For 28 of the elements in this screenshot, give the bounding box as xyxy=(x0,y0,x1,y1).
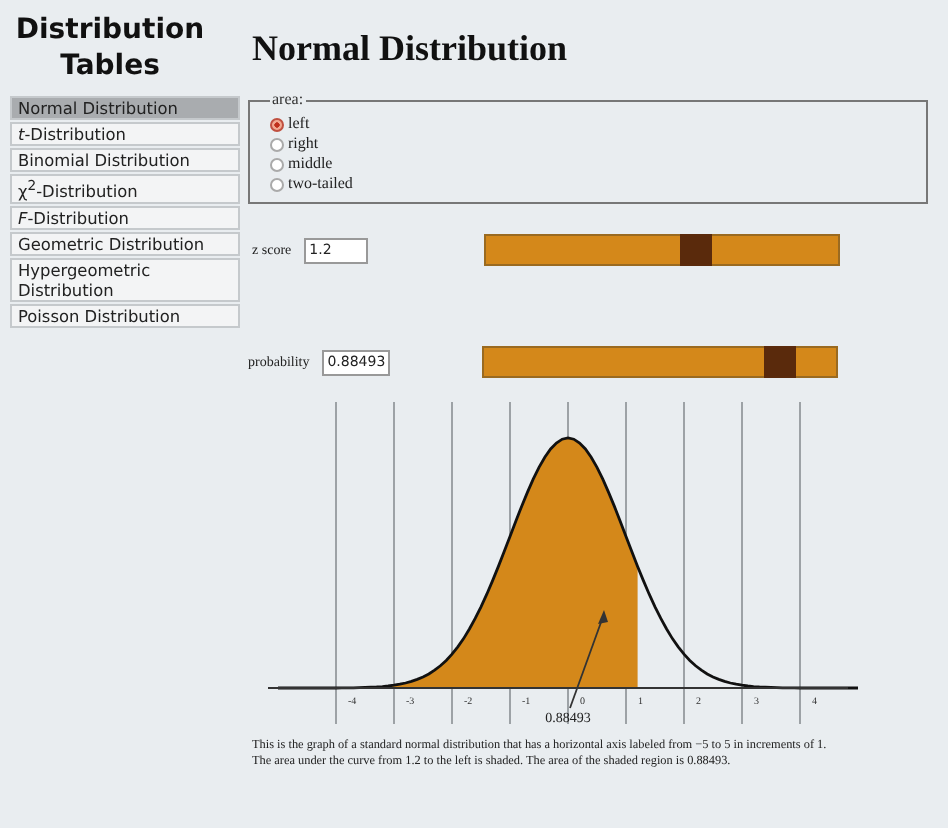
radio-label: left xyxy=(288,114,310,134)
radio-option[interactable]: middle xyxy=(270,154,926,174)
probability-slider[interactable] xyxy=(481,346,838,378)
radio-label: right xyxy=(288,134,319,154)
sidebar-item[interactable]: F-Distribution xyxy=(10,205,240,230)
radio-option[interactable]: left xyxy=(270,114,926,134)
radio-icon[interactable] xyxy=(270,117,284,131)
radio-option[interactable]: two-tailed xyxy=(270,174,926,194)
sidebar-item[interactable]: Hypergeometric Distribution xyxy=(10,257,240,302)
area-legend: area: xyxy=(270,90,306,110)
slider-thumb[interactable] xyxy=(680,234,713,266)
sidebar-item[interactable]: t-Distribution xyxy=(10,122,240,146)
sidebar-item[interactable]: Poisson Distribution xyxy=(10,303,240,328)
sidebar-item[interactable]: χ$^{2}$-Distribution xyxy=(10,174,240,204)
sidebar-item[interactable]: Binomial Distribution xyxy=(10,148,240,172)
radio-option[interactable]: right xyxy=(270,134,926,154)
sidebar-item[interactable]: Normal Distribution xyxy=(10,96,240,120)
page-heading: Normal Distribution xyxy=(252,28,569,68)
pointer-arrow xyxy=(569,610,608,709)
radio-label: two-tailed xyxy=(288,174,353,194)
slider-thumb[interactable] xyxy=(763,346,796,378)
radio-label: middle xyxy=(288,154,333,174)
sidebar-item[interactable]: Geometric Distribution xyxy=(10,231,240,256)
z-score-slider[interactable] xyxy=(483,234,840,266)
sidebar-title: Distribution Tables xyxy=(13,12,207,84)
radio-icon[interactable] xyxy=(270,177,284,191)
radio-icon[interactable] xyxy=(270,137,284,151)
radio-icon[interactable] xyxy=(270,157,284,171)
